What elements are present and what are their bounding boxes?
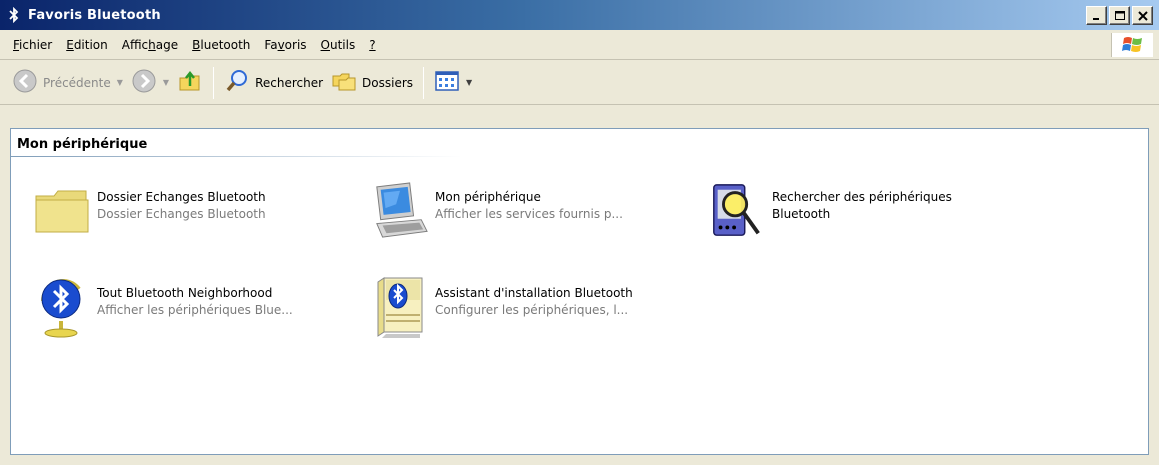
item-assistant-installation[interactable]: Assistant d'installation Bluetooth Confi… [371, 275, 701, 345]
item-name-line2: Bluetooth [772, 207, 831, 221]
forward-arrow-icon [131, 68, 157, 97]
bluetooth-icon [6, 7, 22, 23]
folders-button[interactable]: Dossiers [327, 65, 417, 101]
up-folder-icon [177, 68, 203, 97]
item-description: Configurer les périphériques, l... [435, 303, 629, 317]
folders-label: Dossiers [362, 75, 414, 90]
item-description: Dossier Echanges Bluetooth [97, 207, 266, 221]
item-name: Tout Bluetooth Neighborhood [97, 286, 273, 300]
menu-outils[interactable]: Outils [314, 35, 363, 55]
maximize-button[interactable] [1109, 6, 1130, 25]
menu-bar: Fichier Edition Affichage Bluetooth Favo… [0, 30, 1159, 60]
up-folder-button[interactable] [173, 65, 207, 101]
window-title: Favoris Bluetooth [28, 7, 161, 23]
device-search-icon [708, 179, 766, 243]
windows-logo [1111, 33, 1153, 57]
item-description: Afficher les services fournis p... [435, 207, 623, 221]
toolbar-separator [423, 66, 425, 99]
folder-content: Mon périphérique Dossier Echanges Blueto… [10, 128, 1149, 455]
item-mon-peripherique[interactable]: Mon périphérique Afficher les services f… [371, 179, 701, 249]
item-name: Mon périphérique [435, 190, 541, 204]
explorer-window: Favoris Bluetooth Fichier Edition Affich… [0, 0, 1159, 465]
menu-favoris[interactable]: Favoris [257, 35, 313, 55]
title-bar[interactable]: Favoris Bluetooth [0, 0, 1159, 30]
menu-bluetooth[interactable]: Bluetooth [185, 35, 257, 55]
views-icon [434, 68, 460, 97]
forward-dropdown-icon[interactable]: ▼ [163, 78, 169, 87]
section-header: Mon périphérique [11, 135, 461, 157]
item-description: Afficher les périphériques Blue... [97, 303, 293, 317]
forward-button[interactable]: ▼ [127, 65, 173, 101]
item-name: Assistant d'installation Bluetooth [435, 286, 633, 300]
views-dropdown-icon[interactable]: ▼ [466, 78, 472, 87]
folders-icon [331, 68, 357, 97]
standard-toolbar: Précédente ▼ ▼ Rechercher Dossiers ▼ [0, 61, 1159, 105]
search-button[interactable]: Rechercher [220, 65, 327, 101]
toolbar-separator [213, 66, 215, 99]
item-name: Dossier Echanges Bluetooth [97, 190, 266, 204]
search-label: Rechercher [255, 75, 324, 90]
back-label: Précédente [43, 75, 111, 90]
back-dropdown-icon[interactable]: ▼ [117, 78, 123, 87]
item-tout-bluetooth-neighborhood[interactable]: Tout Bluetooth Neighborhood Afficher les… [33, 275, 363, 345]
search-icon [224, 68, 250, 97]
computer-icon [371, 179, 429, 243]
item-dossier-echanges[interactable]: Dossier Echanges Bluetooth Dossier Echan… [33, 179, 363, 249]
menu-edition[interactable]: Edition [59, 35, 115, 55]
folder-icon [33, 179, 91, 243]
bluetooth-wizard-icon [371, 275, 429, 339]
item-rechercher-peripheriques[interactable]: Rechercher des périphériques Bluetooth [708, 179, 1038, 249]
close-button[interactable] [1132, 6, 1153, 25]
minimize-button[interactable] [1086, 6, 1107, 25]
bluetooth-globe-icon [33, 275, 91, 339]
menu-help[interactable]: ? [362, 35, 382, 55]
menu-fichier[interactable]: Fichier [6, 35, 59, 55]
window-controls [1086, 6, 1153, 25]
item-name: Rechercher des périphériques [772, 190, 952, 204]
back-button[interactable]: Précédente ▼ [8, 65, 127, 101]
back-arrow-icon [12, 68, 38, 97]
views-button[interactable]: ▼ [430, 65, 476, 101]
menu-affichage[interactable]: Affichage [115, 35, 185, 55]
